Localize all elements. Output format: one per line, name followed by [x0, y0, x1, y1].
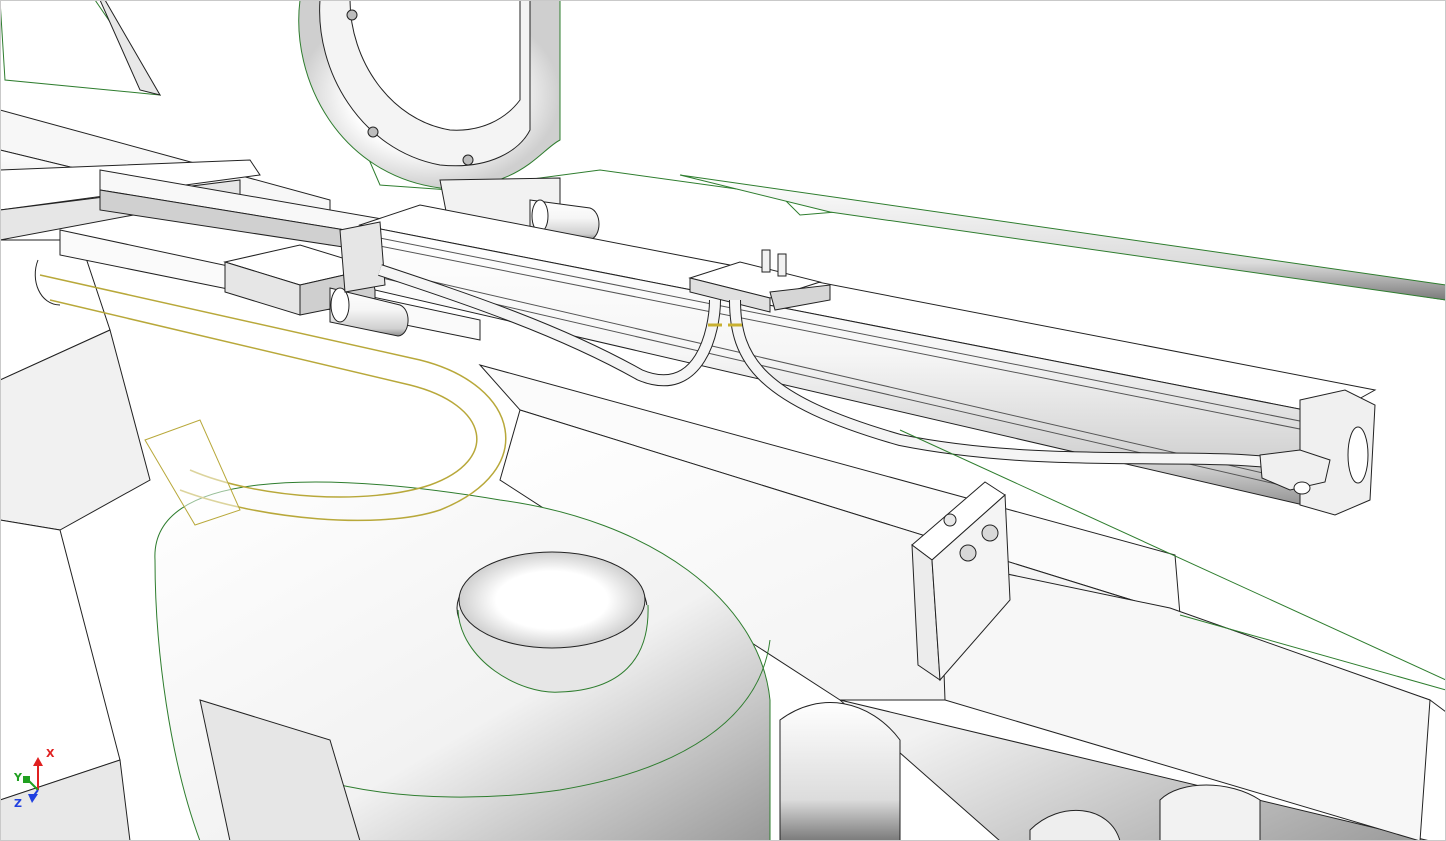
- x-axis-head: [33, 757, 43, 766]
- triad-graphic: [23, 757, 43, 803]
- y-axis-head: [23, 776, 30, 783]
- y-axis-label: Y: [14, 771, 22, 784]
- flange-ring[interactable]: [298, 0, 561, 189]
- axis-triad: X Y Z: [14, 742, 74, 822]
- cad-3d-viewport[interactable]: X Y Z: [0, 0, 1446, 841]
- x-axis-label: X: [46, 747, 55, 760]
- z-axis-head: [28, 794, 38, 803]
- z-axis-label: Z: [14, 797, 22, 810]
- upper-left-bracket[interactable]: [0, 0, 162, 96]
- model-scene[interactable]: [0, 0, 1446, 841]
